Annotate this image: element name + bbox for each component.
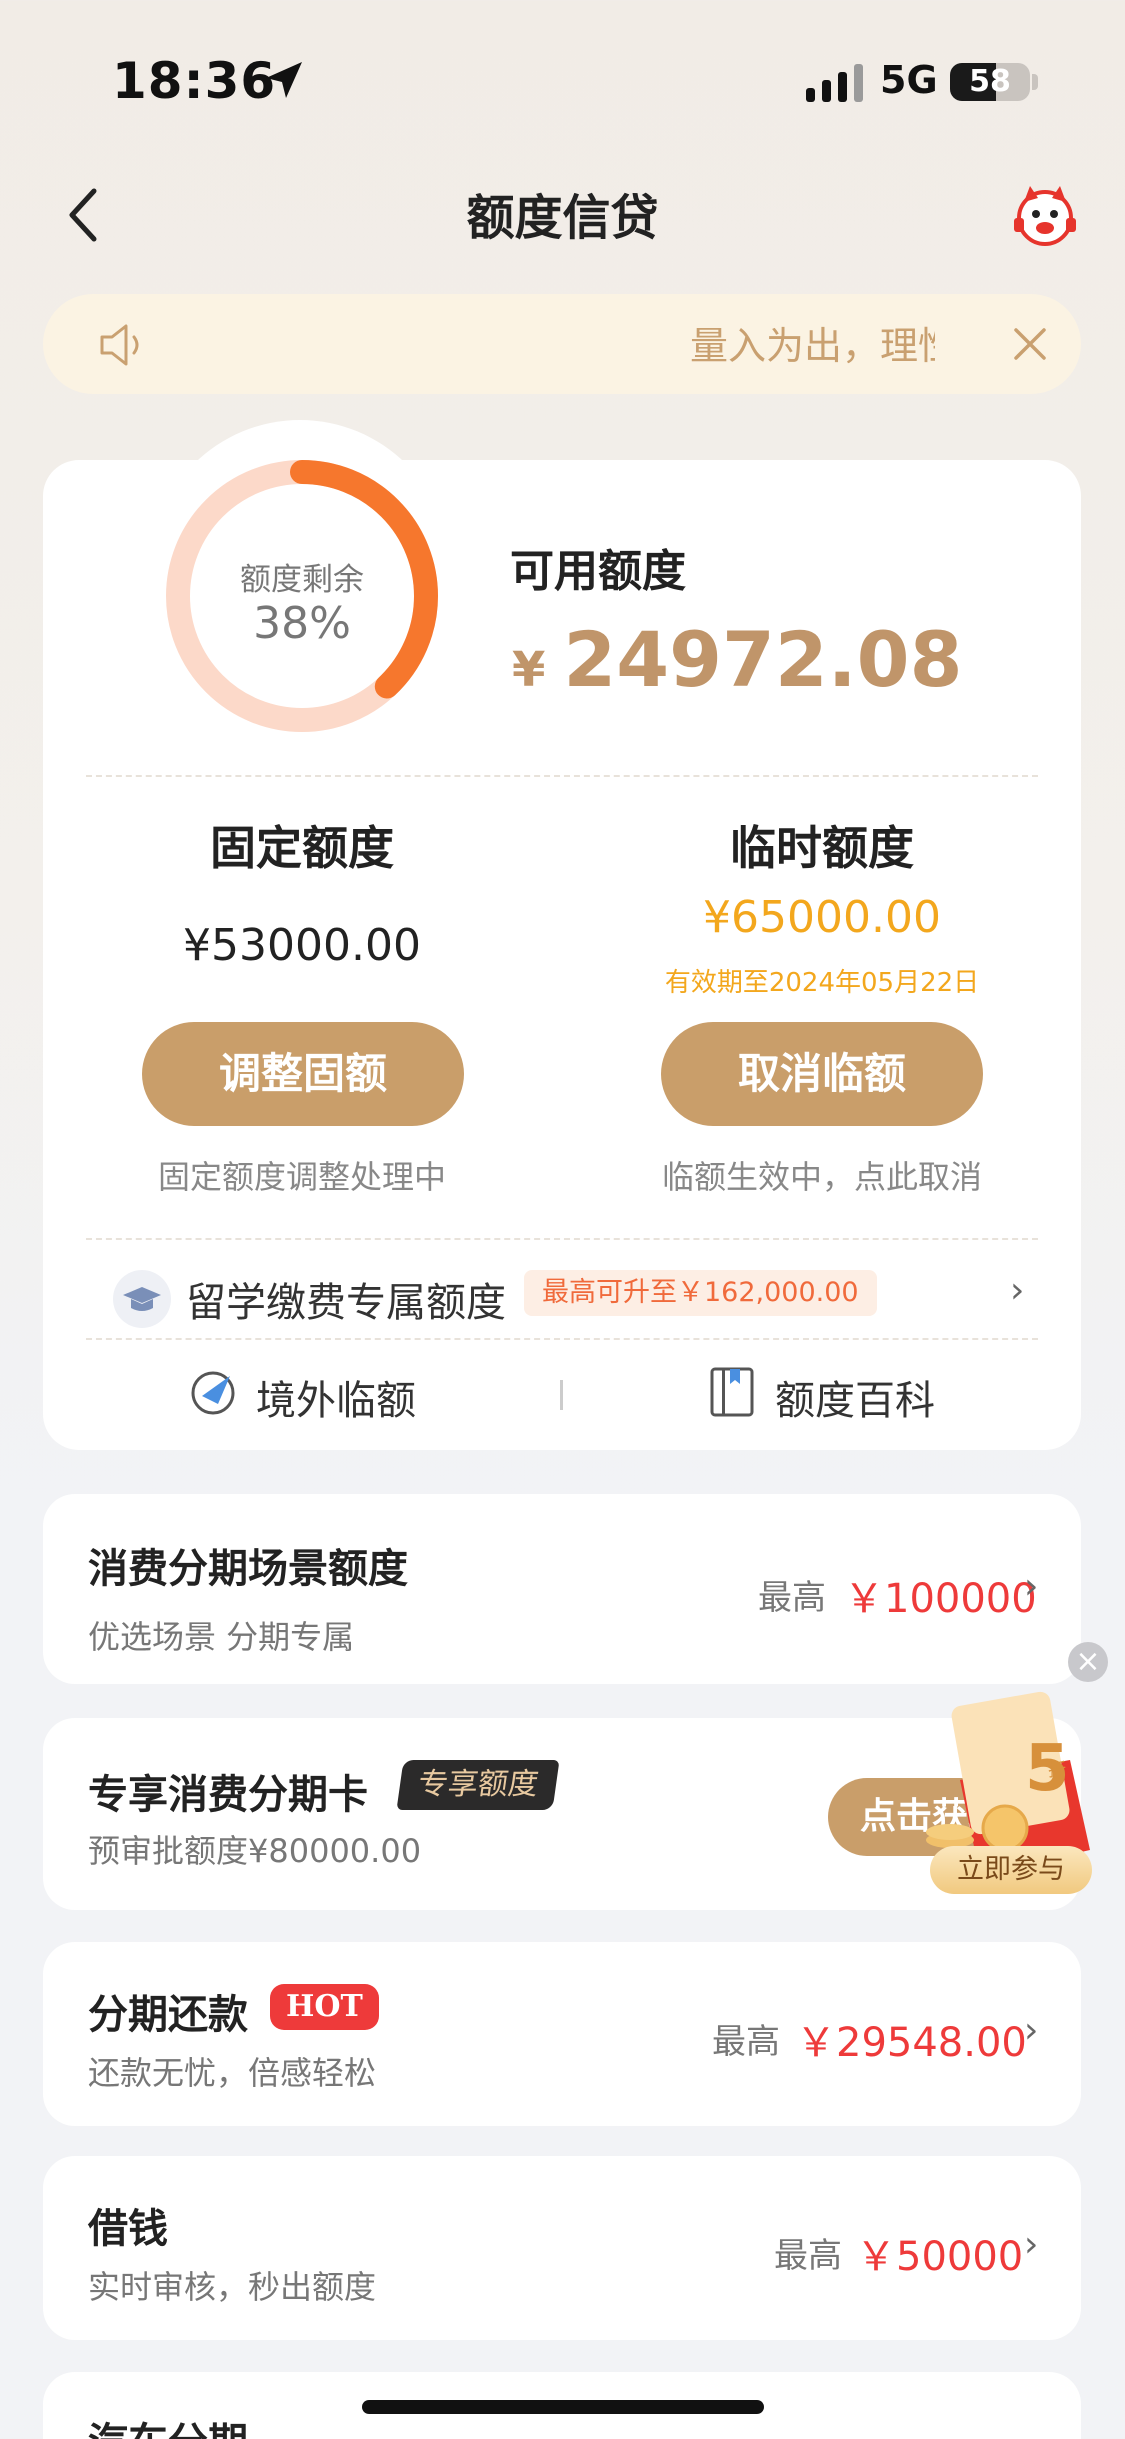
ring-label: 额度剩余 bbox=[240, 562, 364, 598]
battery-level: 58 bbox=[969, 64, 1011, 99]
location-arrow-icon bbox=[266, 62, 302, 98]
available-credit-label: 可用额度 bbox=[510, 546, 686, 597]
page-title: 额度信贷 bbox=[466, 190, 659, 246]
chevron-right-icon[interactable]: › bbox=[1024, 1566, 1038, 1607]
item-amount: ￥100000 bbox=[844, 1576, 1037, 1622]
mascot-icon[interactable] bbox=[1010, 182, 1080, 248]
back-chevron-icon[interactable] bbox=[60, 185, 110, 245]
overseas-temp-credit[interactable]: 境外临额 bbox=[256, 1368, 416, 1426]
item-subtitle: 优选场景 分期专属 bbox=[88, 1618, 355, 1656]
notice-text: 量入为出，理性消费 bbox=[690, 324, 935, 368]
chevron-right-icon[interactable]: › bbox=[1024, 2224, 1038, 2265]
adjust-fixed-button[interactable]: 调整固额 bbox=[142, 1022, 464, 1126]
item-title: 消费分期场景额度 bbox=[88, 1546, 408, 1592]
temp-credit-status[interactable]: 临额生效中，点此取消 bbox=[612, 1152, 1032, 1198]
item-subtitle: 预审批额度¥80000.00 bbox=[88, 1832, 422, 1870]
graduation-cap-icon bbox=[113, 1270, 171, 1328]
chevron-right-icon[interactable]: › bbox=[1024, 2010, 1038, 2051]
fixed-credit-status: 固定额度调整处理中 bbox=[157, 1158, 446, 1196]
temp-credit-amount: ¥65000.00 bbox=[703, 892, 941, 943]
fixed-credit-title: 固定额度 bbox=[210, 821, 394, 875]
close-icon[interactable] bbox=[1010, 324, 1050, 364]
network-label: 5G bbox=[880, 58, 938, 102]
battery-tip bbox=[1032, 74, 1038, 90]
item-title: 借钱 bbox=[88, 2206, 168, 2252]
battery-icon: 58 bbox=[950, 63, 1030, 101]
cancel-temp-button[interactable]: 取消临额 bbox=[661, 1022, 983, 1126]
temp-credit-title: 临时额度 bbox=[730, 821, 914, 875]
discount-unit: 折 bbox=[1048, 1760, 1066, 1781]
credit-encyclopedia[interactable]: 额度百科 bbox=[775, 1368, 935, 1426]
signal-icon bbox=[806, 64, 863, 102]
item-amount: ￥29548.00 bbox=[796, 2020, 1027, 2066]
chevron-right-icon[interactable]: › bbox=[1010, 1270, 1024, 1311]
speaker-icon bbox=[100, 324, 139, 366]
close-icon[interactable]: × bbox=[1068, 1642, 1108, 1682]
tools-divider bbox=[560, 1380, 563, 1410]
currency-symbol: ¥ bbox=[512, 642, 546, 698]
item-prefix: 最高 bbox=[774, 2236, 842, 2276]
available-amount-value: 24972.08 bbox=[563, 615, 963, 704]
item-title: 分期还款 bbox=[88, 1992, 248, 2038]
divider bbox=[86, 1238, 1038, 1240]
divider bbox=[86, 1338, 1038, 1340]
study-abroad-label[interactable]: 留学缴费专属额度 bbox=[186, 1270, 506, 1328]
home-indicator[interactable] bbox=[362, 2400, 764, 2414]
status-time: 18:36 bbox=[112, 52, 277, 110]
divider bbox=[86, 775, 1038, 777]
available-credit-amount: ¥24972.08 bbox=[512, 615, 962, 704]
plane-globe-icon bbox=[191, 1371, 235, 1415]
study-abroad-tag: 最高可升至￥162,000.00 bbox=[524, 1270, 877, 1316]
item-prefix: 最高 bbox=[712, 2022, 780, 2062]
item-title: 汽车分期 bbox=[88, 2410, 248, 2439]
temp-credit-expiry: 有效期至2024年05月22日 bbox=[664, 968, 980, 998]
item-amount: ￥50000 bbox=[856, 2234, 1024, 2280]
hot-badge: HOT bbox=[270, 1984, 379, 2030]
item-subtitle: 还款无忧，倍感轻松 bbox=[88, 2054, 377, 2092]
exclusive-credit-tag: 专享额度 bbox=[396, 1760, 560, 1810]
item-title: 专享消费分期卡 bbox=[88, 1772, 368, 1818]
item-subtitle: 实时审核，秒出额度 bbox=[88, 2268, 377, 2306]
fixed-credit-amount: ¥53000.00 bbox=[183, 920, 421, 971]
ring-percent: 38% bbox=[253, 598, 351, 649]
join-now-button[interactable]: 立即参与 bbox=[930, 1846, 1092, 1894]
item-prefix: 最高 bbox=[758, 1578, 826, 1618]
book-icon bbox=[710, 1367, 754, 1417]
